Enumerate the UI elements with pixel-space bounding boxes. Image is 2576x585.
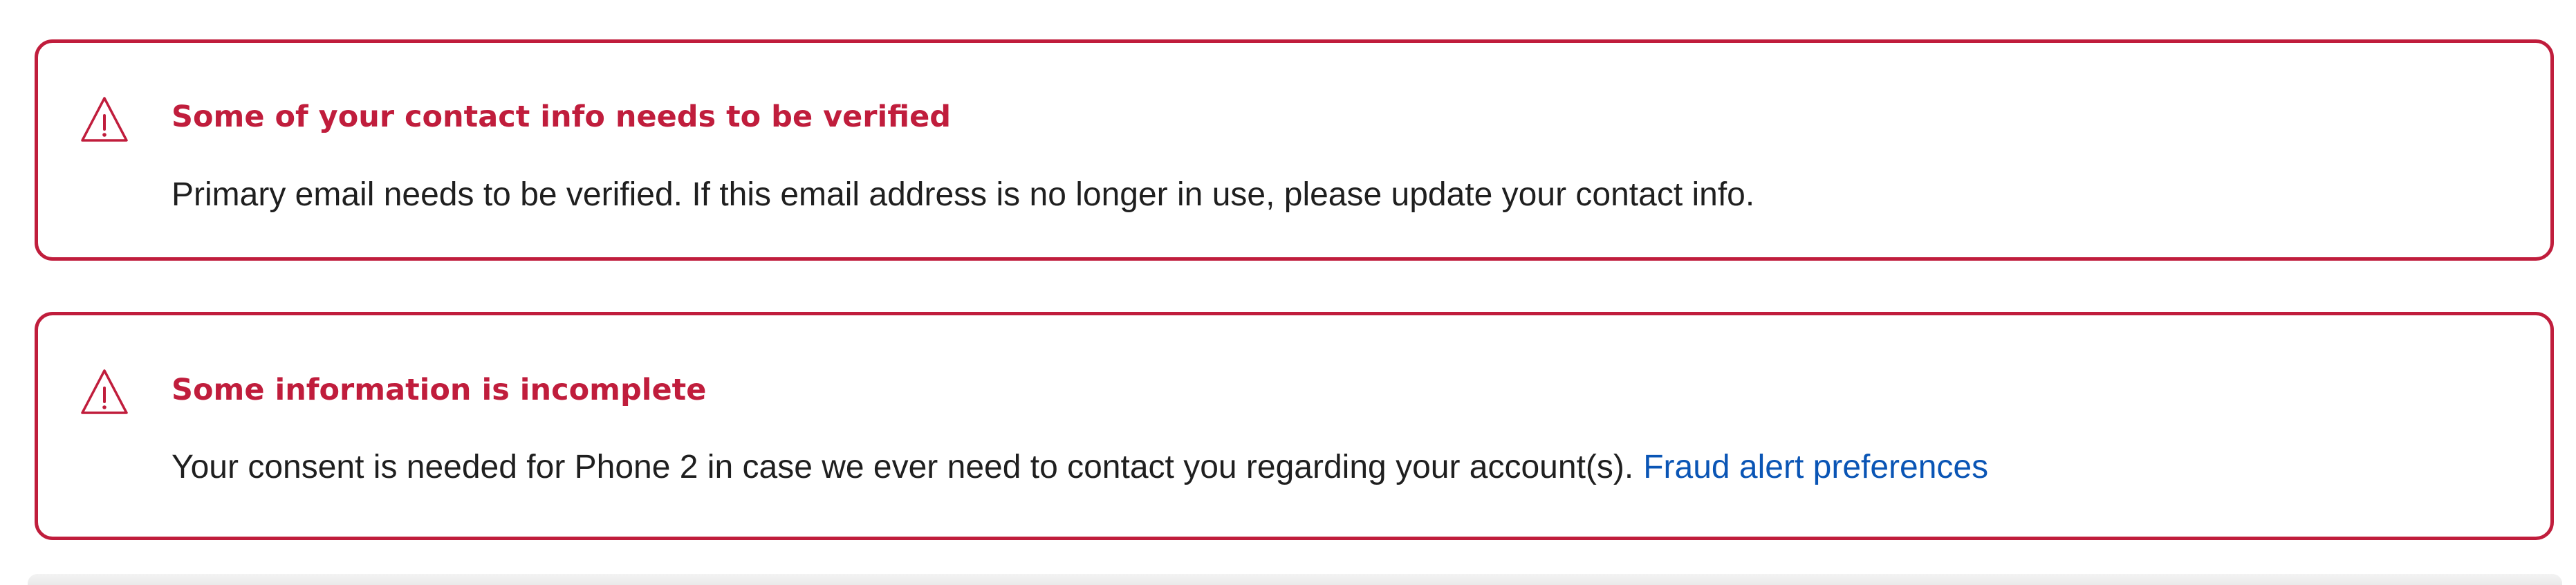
next-section-edge: [28, 574, 2562, 585]
alert-title: Some information is incomplete: [172, 373, 707, 407]
alert-message: Primary email needs to be verified. If t…: [172, 176, 1755, 213]
warning-triangle-icon: [80, 367, 129, 417]
incomplete-information-alert: Some information is incomplete Your cons…: [35, 312, 2554, 540]
alert-message-line: Your consent is needed for Phone 2 in ca…: [172, 451, 1988, 484]
fraud-alert-preferences-link[interactable]: Fraud alert preferences: [1643, 449, 1988, 485]
warning-triangle-icon: [80, 95, 129, 145]
page: Some of your contact info needs to be ve…: [0, 0, 2576, 585]
contact-verification-alert: Some of your contact info needs to be ve…: [35, 39, 2554, 261]
alert-title: Some of your contact info needs to be ve…: [172, 100, 952, 134]
alert-message: Your consent is needed for Phone 2 in ca…: [172, 449, 1634, 485]
